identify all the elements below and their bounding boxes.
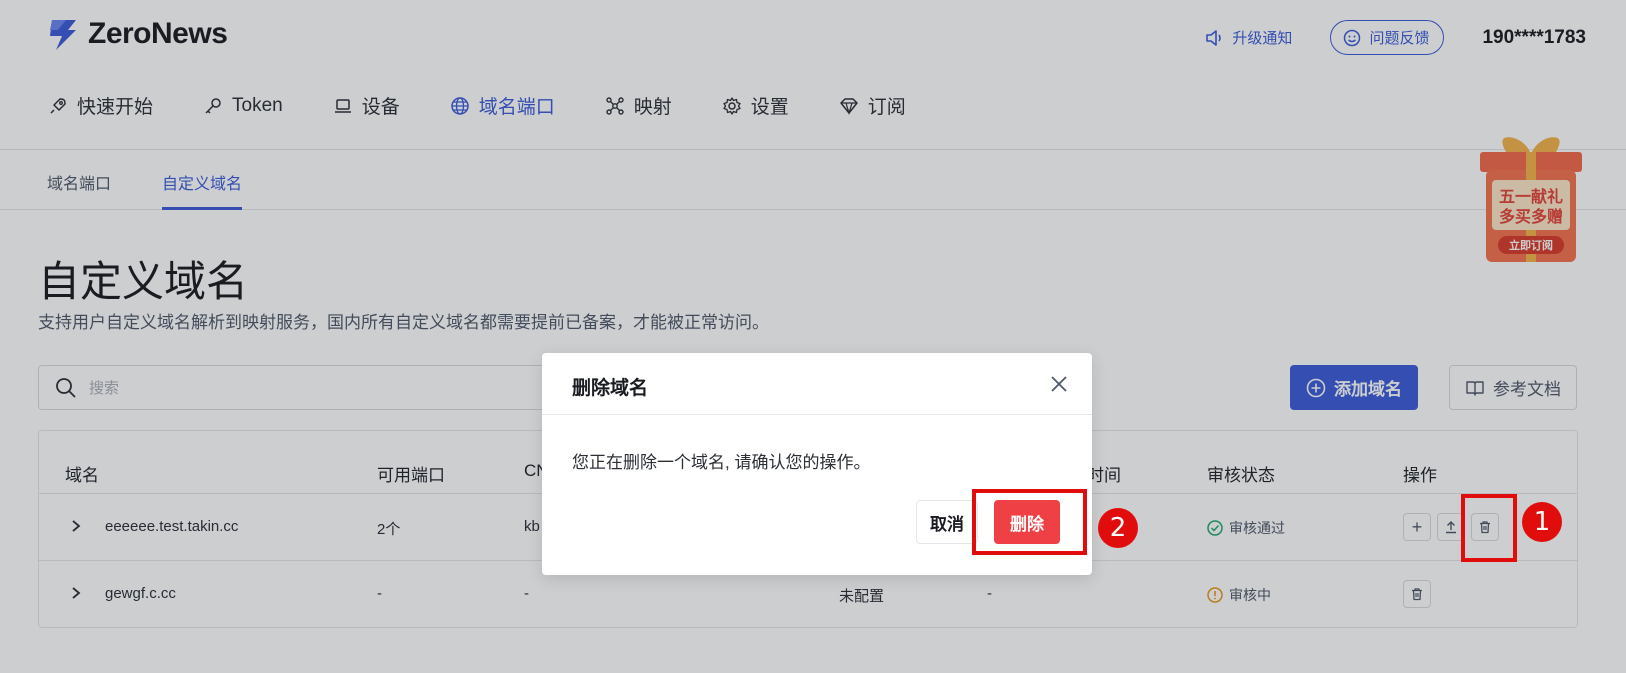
annotation-badge-1: 1 xyxy=(1522,502,1562,542)
dialog-header: 删除域名 xyxy=(542,353,1092,415)
dialog-title: 删除域名 xyxy=(572,378,649,399)
annotation-badge-2: 2 xyxy=(1098,508,1138,548)
dialog-message: 您正在删除一个域名, 请确认您的操作。 xyxy=(572,453,871,472)
highlight-box-2 xyxy=(972,489,1087,555)
highlight-box-1 xyxy=(1461,494,1517,562)
close-icon[interactable] xyxy=(1048,373,1070,395)
app-root: ZeroNews 升级通知 问题反馈 190****1783 快速开始 Toke… xyxy=(0,0,1626,673)
cancel-button[interactable]: 取消 xyxy=(916,500,978,544)
